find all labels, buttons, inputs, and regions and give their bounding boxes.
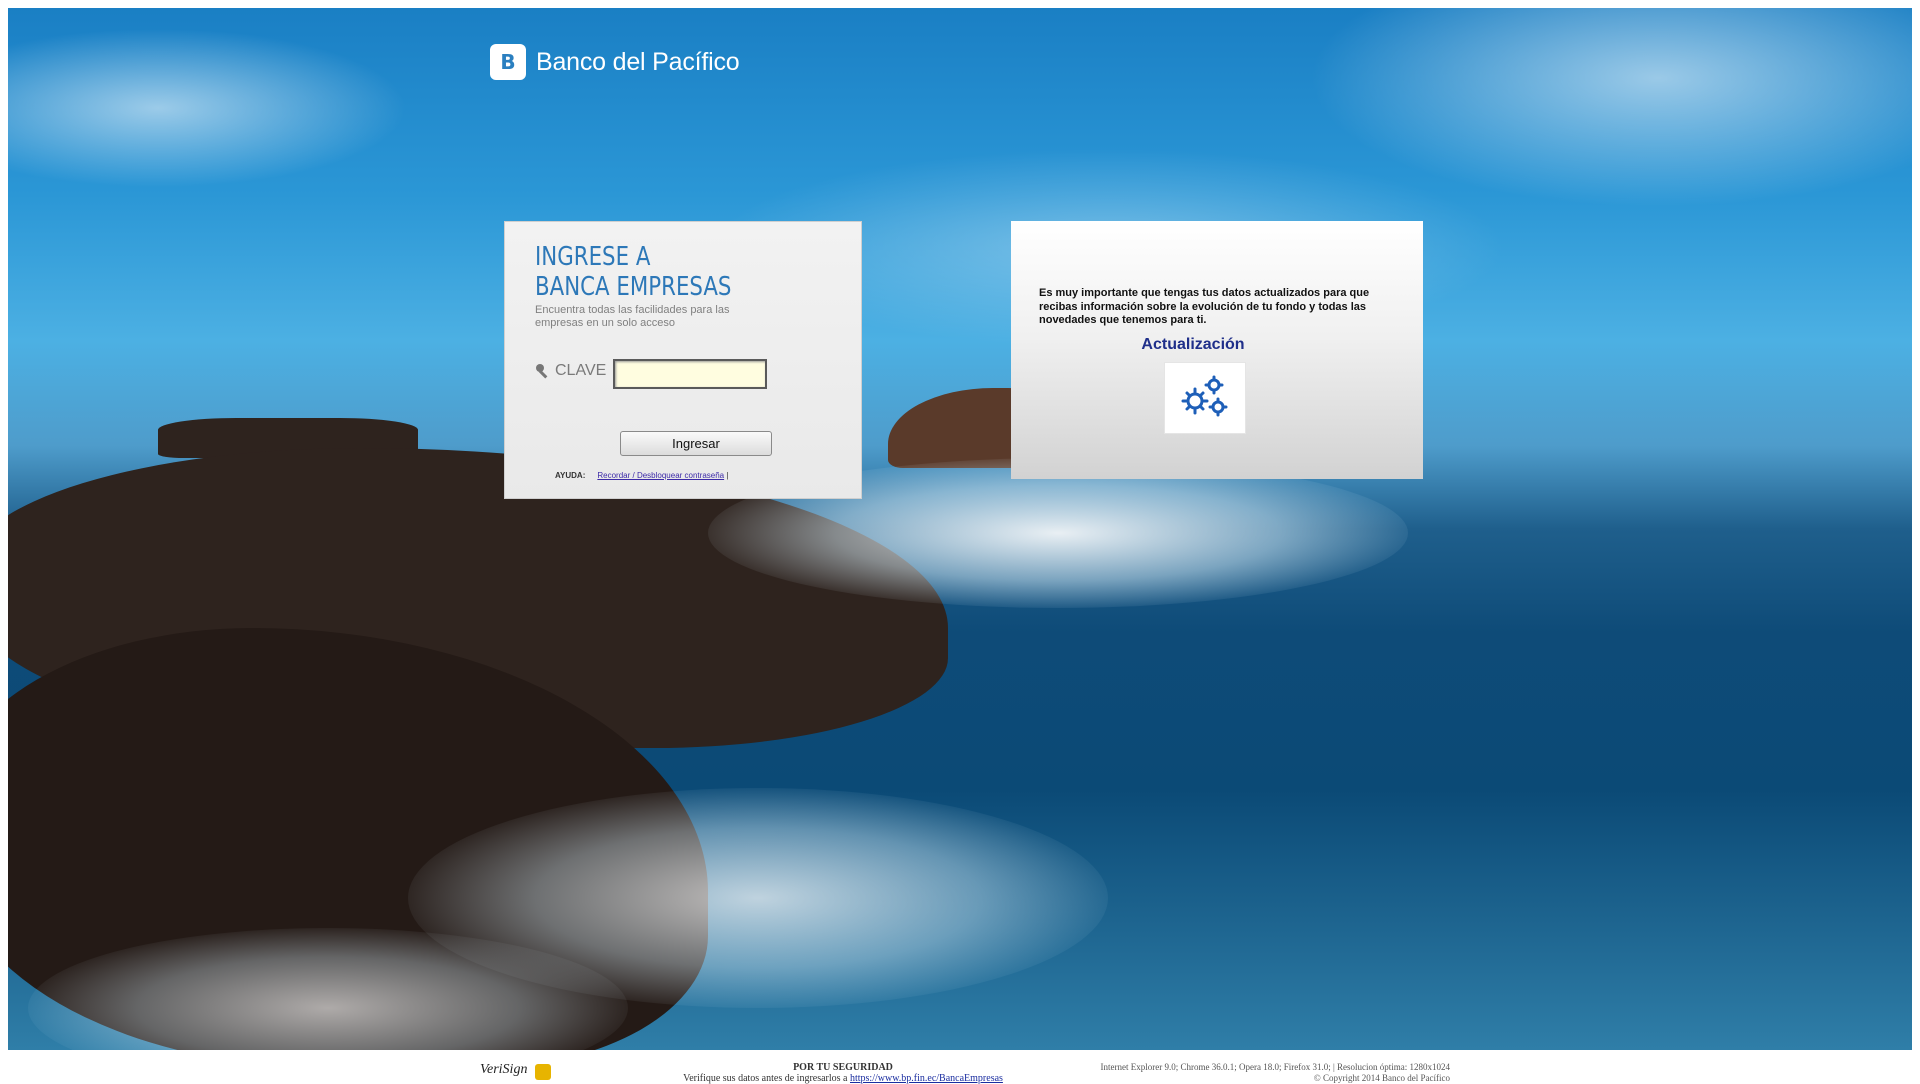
brand-name: Banco del Pacífico — [536, 47, 740, 76]
browser-compat: Internet Explorer 9.0; Chrome 36.0.1; Op… — [1100, 1062, 1451, 1072]
help-row: AYUDA: Recordar / Desbloquear contraseña… — [555, 471, 728, 480]
login-subtitle: Encuentra todas las facilidades para las… — [535, 304, 730, 329]
clave-label: CLAVE — [535, 362, 606, 380]
clave-input[interactable] — [613, 359, 767, 389]
footer: VeriSign POR TU SEGURIDAD Verifique sus … — [8, 1050, 1912, 1084]
verisign-label: VeriSign — [480, 1062, 528, 1077]
browser-info: Internet Explorer 9.0; Chrome 36.0.1; Op… — [1101, 1062, 1451, 1084]
background-seascape — [8, 8, 1912, 1050]
security-notice: POR TU SEGURIDAD Verifique sus datos ant… — [663, 1062, 1023, 1084]
login-title-line2: BANCA EMPRESAS — [535, 272, 732, 302]
help-label: AYUDA: — [555, 471, 586, 480]
ingresar-button[interactable]: Ingresar — [620, 431, 772, 456]
login-title-line1: INGRESE A — [535, 242, 651, 272]
login-title: INGRESE A BANCA EMPRESAS — [535, 242, 731, 302]
help-separator: | — [726, 471, 729, 480]
cloud — [1308, 8, 1912, 208]
bank-logo-icon: B — [490, 44, 526, 80]
update-link[interactable]: Actualización — [987, 336, 1399, 354]
brand-logo[interactable]: B Banco del Pacífico — [490, 44, 740, 80]
recover-password-link[interactable]: Recordar / Desbloquear contraseña — [597, 471, 724, 480]
update-message: Es muy importante que tengas tus datos a… — [1039, 287, 1370, 326]
security-title: POR TU SEGURIDAD — [793, 1062, 893, 1073]
verisign-seal[interactable]: VeriSign — [480, 1062, 552, 1080]
key-icon — [536, 364, 548, 379]
update-button[interactable] — [1164, 362, 1246, 434]
security-text: Verifique sus datos antes de ingresarlos… — [683, 1073, 848, 1084]
update-info-panel: Es muy importante que tengas tus datos a… — [1011, 221, 1423, 479]
clave-label-text: CLAVE — [555, 362, 607, 379]
security-url-link[interactable]: https://www.bp.fin.ec/BancaEmpresas — [850, 1073, 1003, 1084]
cloud — [8, 28, 408, 188]
login-panel: INGRESE A BANCA EMPRESAS Encuentra todas… — [504, 221, 862, 499]
gears-icon — [1181, 375, 1228, 417]
copyright: © Copyright 2014 Banco del Pacífico — [1313, 1073, 1450, 1083]
lock-icon — [535, 1064, 552, 1080]
